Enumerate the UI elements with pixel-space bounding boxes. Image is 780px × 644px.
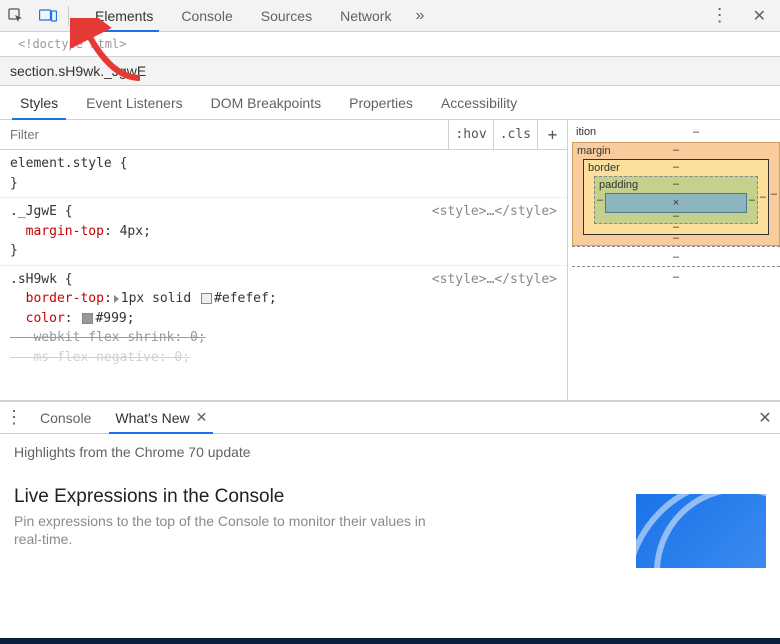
whats-new-subtitle: Highlights from the Chrome 70 update [14,444,766,460]
toolbar-separator [68,6,69,26]
drawer-body: Highlights from the Chrome 70 update Liv… [0,434,780,566]
taskbar-sliver [0,638,780,644]
box-padding[interactable]: padding – – – – × [594,176,758,224]
rule-element-style[interactable]: element.style { } [0,150,567,198]
subtab-event-listeners[interactable]: Event Listeners [72,86,197,119]
tab-elements[interactable]: Elements [81,0,167,31]
drawer-tab-console[interactable]: Console [28,402,103,433]
computed-box-model: ition – margin – – – border – – – paddin… [568,120,780,400]
subtab-properties[interactable]: Properties [335,86,427,119]
hov-toggle[interactable]: :hov [448,120,492,149]
color-swatch[interactable] [82,313,93,324]
tab-sources[interactable]: Sources [247,0,326,31]
position-label: ition [576,126,596,138]
rule-sh9wk[interactable]: <style>…</style> .sH9wk { border-top:1px… [0,266,567,372]
styles-rules: :hov .cls + element.style { } <style>…</… [0,120,568,400]
device-toolbar-icon[interactable] [32,0,64,32]
rule-jgwe[interactable]: <style>…</style> ._JgwE { margin-top: 4p… [0,198,567,266]
card-artwork [636,494,766,568]
box-border[interactable]: border – – – padding – – – – × [583,159,769,235]
main-panel-tabs: Elements Console Sources Network [81,0,405,31]
new-style-rule-button[interactable]: + [537,120,567,149]
subtab-accessibility[interactable]: Accessibility [427,86,531,119]
color-swatch[interactable] [201,293,212,304]
drawer-tab-label: What's New [115,410,189,426]
expand-icon[interactable] [114,295,119,303]
drawer-tab-whats-new[interactable]: What's New ✕ [103,402,219,433]
card-description: Pin expressions to the top of the Consol… [14,512,454,548]
drawer-menu-icon[interactable]: ⋮ [0,402,28,433]
box-below-row: – [572,266,780,286]
rule-source-link[interactable]: <style>…</style> [432,270,557,290]
tab-network[interactable]: Network [326,0,405,31]
dom-tree-line[interactable]: <!doctype html> [0,32,780,56]
devtools-toolbar: Elements Console Sources Network » ⋮ ✕ [0,0,780,32]
dom-breadcrumb[interactable]: section.sH9wk._JgwE [0,56,780,86]
devtools-menu-icon[interactable]: ⋮ [701,5,739,26]
subtab-dom-breakpoints[interactable]: DOM Breakpoints [197,86,335,119]
close-icon[interactable]: ✕ [196,409,208,426]
styles-filter-input[interactable] [0,120,448,149]
sidebar-panel-tabs: Styles Event Listeners DOM Breakpoints P… [0,86,780,120]
devtools-close-icon[interactable]: ✕ [743,6,776,26]
drawer: ⋮ Console What's New ✕ ✕ Highlights from… [0,400,780,566]
cls-toggle[interactable]: .cls [493,120,537,149]
whats-new-card[interactable]: Live Expressions in the Console Pin expr… [14,478,766,556]
box-below-row: – [572,246,780,266]
rule-source-link[interactable]: <style>…</style> [432,202,557,222]
styles-panel: :hov .cls + element.style { } <style>…</… [0,120,780,400]
subtab-styles[interactable]: Styles [6,86,72,119]
tab-console[interactable]: Console [167,0,246,31]
drawer-tabs: ⋮ Console What's New ✕ ✕ [0,402,780,434]
drawer-close-icon[interactable]: ✕ [750,402,780,433]
box-margin[interactable]: margin – – – border – – – padding – – – … [572,142,780,246]
more-tabs-icon[interactable]: » [405,7,434,25]
styles-filter-bar: :hov .cls + [0,120,567,150]
inspect-icon[interactable] [0,0,32,32]
